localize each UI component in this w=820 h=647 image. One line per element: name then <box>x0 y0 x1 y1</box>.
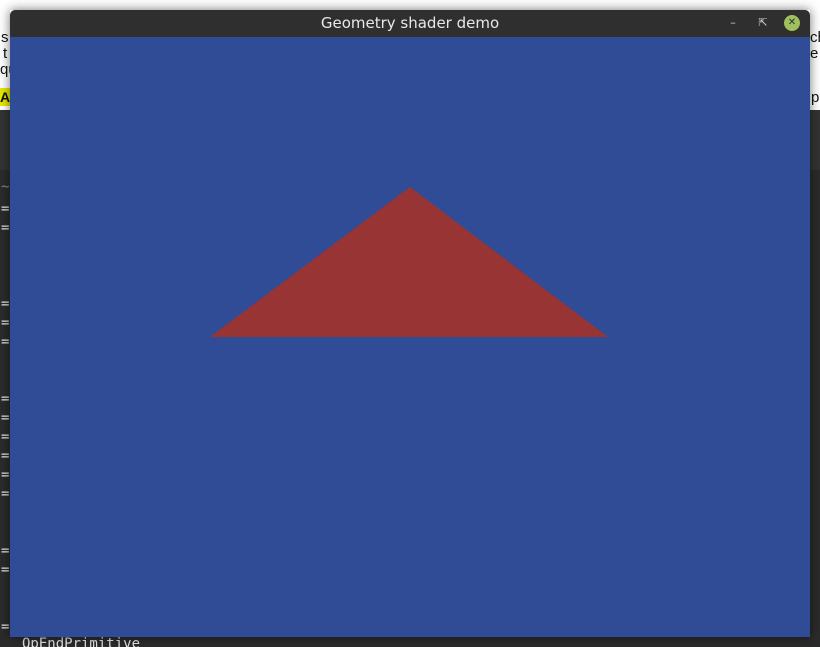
terminal-text-line: OpEndPrimitive <box>22 636 141 647</box>
bg-text-fragment: ch <box>810 29 820 46</box>
terminal-marker: = <box>1 486 10 502</box>
terminal-marker: = <box>1 315 10 331</box>
close-button[interactable]: ✕ <box>784 15 800 31</box>
app-window: Geometry shader demo – ⇱ ✕ <box>10 10 810 637</box>
bg-text-fragment: s <box>1 29 9 46</box>
terminal-marker: = <box>1 467 10 483</box>
terminal-marker: = <box>1 429 10 445</box>
rendered-triangle <box>210 187 608 337</box>
minimize-icon: – <box>730 16 736 29</box>
render-viewport <box>10 37 810 637</box>
terminal-marker: = <box>1 562 10 578</box>
bg-text-fragment: t <box>3 45 8 62</box>
bg-text-fragment: e t <box>810 45 820 62</box>
minimize-button[interactable]: – <box>725 15 741 31</box>
terminal-marker: = <box>1 296 10 312</box>
terminal-marker: = <box>1 391 10 407</box>
maximize-icon: ⇱ <box>758 16 768 29</box>
terminal-marker: = <box>1 410 10 426</box>
terminal-marker: = <box>1 334 10 350</box>
window-titlebar[interactable]: Geometry shader demo – ⇱ ✕ <box>10 10 810 37</box>
render-canvas <box>210 187 608 337</box>
terminal-marker: = <box>1 448 10 464</box>
terminal-marker: = <box>1 220 10 236</box>
terminal-marker: = <box>1 543 10 559</box>
close-icon: ✕ <box>787 17 797 28</box>
maximize-button[interactable]: ⇱ <box>755 15 771 31</box>
terminal-tilde: ~ <box>1 179 10 195</box>
terminal-marker: = <box>1 619 10 635</box>
window-title: Geometry shader demo <box>320 14 500 32</box>
bg-text-fragment: p <box>811 89 820 106</box>
terminal-marker: = <box>1 201 10 217</box>
